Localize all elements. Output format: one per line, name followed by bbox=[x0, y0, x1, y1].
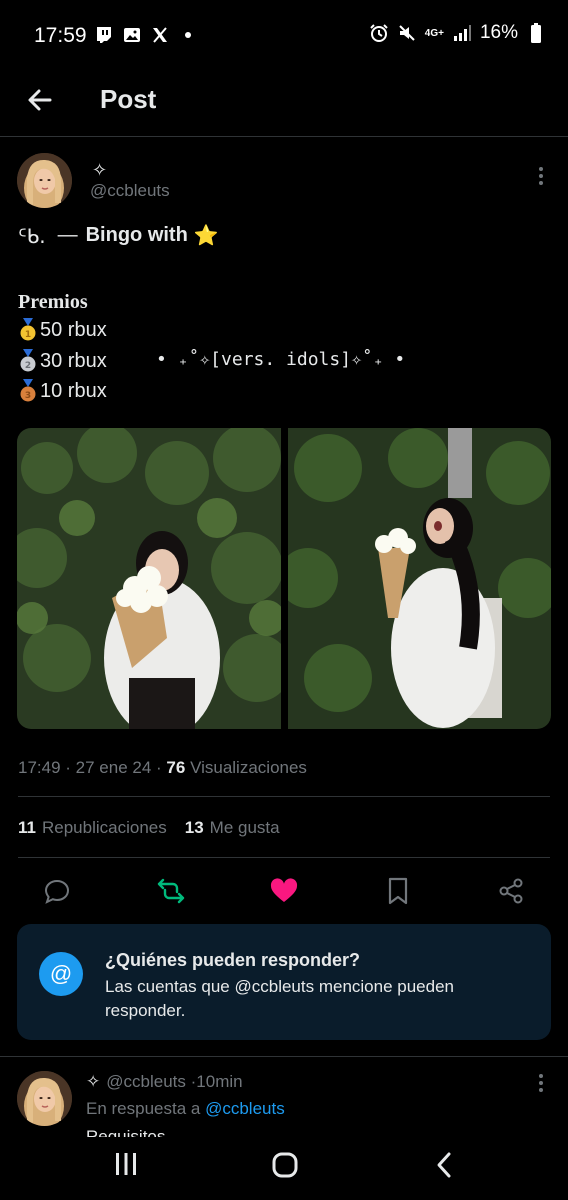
prize-gold-text: 50 rbux bbox=[40, 318, 107, 341]
post-handle[interactable]: @ccbleuts bbox=[90, 181, 170, 201]
kebab-icon[interactable] bbox=[536, 1072, 546, 1094]
home-icon[interactable] bbox=[271, 1151, 299, 1184]
system-nav-bar bbox=[0, 1137, 568, 1200]
post-display-name[interactable]: ✧ bbox=[92, 160, 107, 181]
share-icon[interactable] bbox=[496, 874, 526, 908]
reply-time: 10min bbox=[196, 1072, 243, 1091]
post-time: 17:49 bbox=[18, 758, 61, 777]
line1-dash: — bbox=[57, 224, 78, 246]
retweet-icon[interactable] bbox=[156, 874, 186, 908]
page-title: Post bbox=[100, 84, 157, 114]
battery-label: 16% bbox=[479, 22, 518, 43]
divider bbox=[18, 796, 550, 797]
gallery-icon bbox=[122, 25, 142, 45]
divider bbox=[0, 1056, 568, 1057]
avatar[interactable] bbox=[17, 153, 72, 208]
at-icon: @ bbox=[39, 952, 83, 996]
likes-stat[interactable]: 13 Me gusta bbox=[185, 818, 280, 838]
prize-gold: 1 50 rbux bbox=[18, 318, 107, 342]
gold-medal-icon: 1 bbox=[18, 318, 38, 342]
post-photo-2[interactable] bbox=[288, 428, 551, 729]
vers-idols-text: • ₊˚✧[vers. idols]✧˚₊ • bbox=[156, 349, 406, 370]
network-label: 4G+ bbox=[424, 27, 444, 39]
status-time: 17:59 bbox=[34, 24, 87, 47]
prize-bronze: 3 10 rbux bbox=[18, 379, 107, 403]
post-stats: 11 Republicaciones 13 Me gusta bbox=[18, 818, 280, 838]
nav-back-icon[interactable] bbox=[434, 1151, 454, 1184]
line1-prefix: ᑦᑲ. bbox=[18, 223, 46, 248]
bookmark-icon[interactable] bbox=[383, 874, 413, 908]
post-line-1: ᑦᑲ. — Bingo with ⭐ bbox=[18, 223, 219, 248]
reposts-stat[interactable]: 11 Republicaciones bbox=[18, 818, 167, 838]
post-meta: 17:49 · 27 ene 24 · 76 Visualizaciones bbox=[18, 758, 307, 777]
recents-icon[interactable] bbox=[114, 1151, 138, 1182]
top-bar: Post bbox=[0, 70, 568, 137]
reply-handle[interactable]: @ccbleuts bbox=[106, 1072, 186, 1091]
status-bar: 17:59 4G+ 16% bbox=[0, 0, 568, 70]
reply-icon[interactable] bbox=[42, 874, 72, 908]
prize-silver-text: 30 rbux bbox=[40, 349, 107, 372]
premios-heading: Premios bbox=[18, 291, 88, 313]
prize-silver: 2 30 rbux bbox=[18, 349, 107, 373]
reply-text-cut: Requisitos bbox=[86, 1127, 166, 1137]
who-can-reply-card: @ ¿Quiénes pueden responder? Las cuentas… bbox=[17, 924, 551, 1040]
divider bbox=[18, 857, 550, 858]
svg-text:2: 2 bbox=[25, 361, 31, 371]
silver-medal-icon: 2 bbox=[18, 349, 38, 373]
bronze-medal-icon: 3 bbox=[18, 379, 38, 403]
who-can-reply-body: Las cuentas que @ccbleuts mencione puede… bbox=[105, 977, 454, 1020]
like-icon[interactable] bbox=[269, 874, 299, 908]
star-emoji: ⭐ bbox=[193, 225, 219, 247]
who-can-reply-title: ¿Quiénes pueden responder? bbox=[105, 950, 361, 970]
back-arrow-icon[interactable] bbox=[24, 84, 56, 116]
line1-text: Bingo with bbox=[85, 224, 188, 246]
twitch-icon bbox=[94, 25, 114, 45]
avatar[interactable] bbox=[17, 1071, 72, 1126]
kebab-icon[interactable] bbox=[536, 165, 546, 187]
battery-icon bbox=[526, 23, 546, 43]
alarm-icon bbox=[369, 23, 389, 43]
replying-to-link[interactable]: @ccbleuts bbox=[205, 1099, 285, 1118]
prize-bronze-text: 10 rbux bbox=[40, 379, 107, 402]
views-count: 76 bbox=[166, 758, 186, 777]
action-bar bbox=[0, 872, 568, 912]
signal-icon bbox=[452, 23, 472, 43]
reply-header: ✧ @ccbleuts ·10min bbox=[86, 1072, 243, 1092]
svg-text:1: 1 bbox=[25, 330, 31, 340]
mute-icon bbox=[397, 23, 417, 43]
svg-text:3: 3 bbox=[25, 391, 31, 401]
replying-to: En respuesta a @ccbleuts bbox=[86, 1099, 285, 1119]
reply-display-name[interactable]: ✧ bbox=[86, 1072, 100, 1091]
post-date: 27 ene 24 bbox=[75, 758, 152, 777]
x-logo-icon bbox=[150, 25, 170, 45]
dot-icon bbox=[178, 25, 198, 45]
replying-prefix: En respuesta a bbox=[86, 1099, 201, 1118]
views-label: Visualizaciones bbox=[190, 758, 307, 777]
post-photo-1[interactable] bbox=[17, 428, 281, 729]
